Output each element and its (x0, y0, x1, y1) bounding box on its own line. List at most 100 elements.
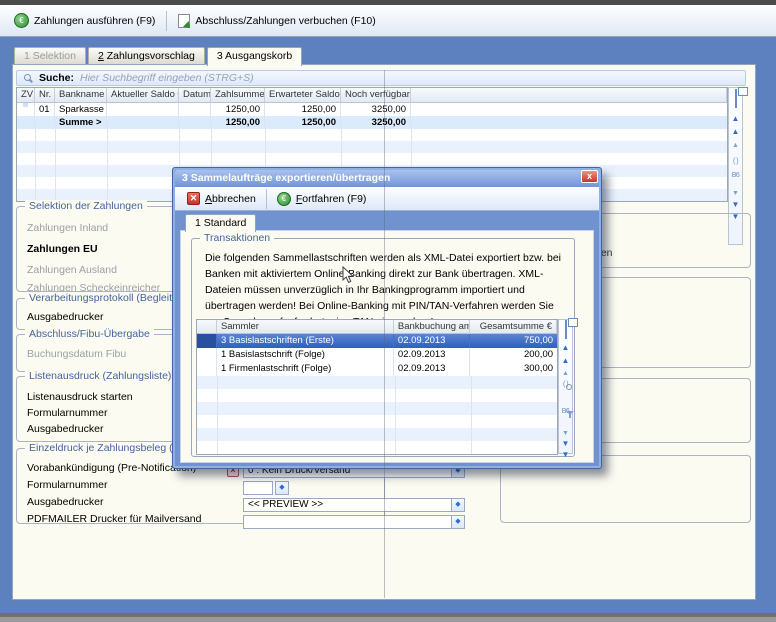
group-title: Transaktionen (200, 232, 274, 244)
row-saved-cell (17, 103, 35, 116)
column-header-zahlsumme[interactable]: Zahlsumme € (211, 88, 265, 102)
post-payments-button[interactable]: Abschluss/Zahlungen verbuchen (F10) (170, 11, 383, 31)
column-header-erwarteter-saldo[interactable]: Erwarteter Saldo € (265, 88, 341, 102)
ausgabedrucker-combobox[interactable]: << PREVIEW >> ◆ (243, 498, 465, 512)
sammler-table-empty-rows (197, 376, 557, 454)
band-icon[interactable]: B6 (729, 164, 742, 182)
gridline (107, 129, 108, 201)
app-window: € Zahlungen ausführen (F9) Abschluss/Zah… (0, 0, 776, 622)
sum-erwarteter-saldo: 1250,00 (265, 116, 341, 129)
row-marker-cell (197, 334, 217, 348)
cell-bankbuchung: 02.09.2013 (394, 334, 470, 348)
dialog-panel: Transaktionen Die folgenden Sammellastsc… (181, 231, 593, 462)
execute-payments-button[interactable]: € Zahlungen ausführen (F9) (6, 10, 163, 31)
sum-cell-aktueller-saldo (107, 116, 179, 129)
gridline (35, 129, 36, 201)
cell-bankbuchung: 02.09.2013 (394, 362, 470, 376)
screen-artifact-line (384, 70, 385, 598)
ausgabedrucker-lookup-icon[interactable]: ◆ (451, 499, 464, 511)
wizard-tabs: 1 Selektion 2 Zahlungsvorschlag 3 Ausgan… (14, 47, 302, 66)
post-payments-label: Abschluss/Zahlungen verbuchen (F10) (195, 15, 375, 27)
green-go-icon: € (277, 192, 291, 206)
close-icon[interactable]: x (581, 170, 598, 183)
cell-gesamtsumme: 300,00 (470, 362, 558, 376)
tab-ausgangskorb[interactable]: 3 Ausgangskorb (207, 47, 302, 66)
column-header-zv[interactable]: ZV (17, 88, 35, 102)
payments-run-icon: € (14, 13, 29, 28)
column-header-aktueller-saldo[interactable]: Aktueller Saldo € (107, 88, 179, 102)
cancel-button[interactable]: ✕ Abbrechen (180, 190, 263, 207)
dialog-tab-standard[interactable]: 1 Standard (185, 214, 256, 232)
pdfmailer-lookup-icon[interactable]: ◆ (451, 516, 464, 528)
dialog-toolbar: ✕ Abbrechen € Fortfahren (F9) (175, 187, 599, 211)
gridline (395, 376, 396, 454)
sammler-row-selected[interactable]: 3 Basislastschriften (Erste) 02.09.2013 … (197, 334, 557, 348)
section-title: Selektion der Zahlungen (25, 200, 147, 212)
cell-sammler: 1 Basislastschrift (Folge) (217, 348, 394, 362)
row-marker-cell (197, 348, 217, 362)
tab-zahlungsvorschlag[interactable]: 2 Zahlungsvorschlag (88, 47, 205, 64)
cell-bankname: Sparkasse (55, 103, 107, 116)
search-label: Suche: (39, 72, 74, 84)
column-header-nr[interactable]: Nr. (35, 88, 55, 102)
sammler-row[interactable]: 1 Firmenlastschrift (Folge) 02.09.2013 3… (197, 362, 557, 376)
ausgabedrucker-value: << PREVIEW >> (244, 499, 451, 511)
gridline (217, 376, 218, 454)
tab-selektion[interactable]: 1 Selektion (14, 47, 86, 64)
execute-payments-label: Zahlungen ausführen (F9) (34, 15, 155, 27)
sum-label: Summe > (55, 116, 107, 129)
sum-noch-verfuegbar: 3250,00 (341, 116, 411, 129)
bank-table-sum-row: Summe > 1250,00 1250,00 3250,00 (17, 116, 727, 129)
cell-aktueller-saldo (107, 103, 179, 116)
sammler-table: Sammler Bankbuchung am Gesamtsumme € 3 B… (196, 319, 558, 455)
cell-bankbuchung: 02.09.2013 (394, 348, 470, 362)
label-formularnummer: Formularnummer (27, 477, 384, 494)
cell-gesamtsumme: 200,00 (470, 348, 558, 362)
section-title: Abschluss/Fibu-Übergabe (25, 328, 154, 340)
column-header-bankname[interactable]: Bankname (55, 88, 107, 102)
bank-table-header: ZV Nr. Bankname Aktueller Saldo € Datum … (17, 88, 727, 103)
cell-nr: 01 (35, 103, 55, 116)
search-icon (23, 73, 33, 83)
sammler-row[interactable]: 1 Basislastschrift (Folge) 02.09.2013 20… (197, 348, 557, 362)
row-marker-cell (197, 362, 217, 376)
cell-sammler: 3 Basislastschriften (Erste) (217, 334, 394, 348)
formularnummer-value (244, 482, 272, 494)
cell-sammler: 1 Firmenlastschrift (Folge) (217, 362, 394, 376)
sum-cell-zv (17, 116, 35, 129)
cell-filler (411, 103, 727, 116)
last-row-icon[interactable]: ▼ (559, 444, 572, 462)
search-bar[interactable]: Suche: Hier Suchbegriff eingeben (STRG+S… (16, 70, 746, 86)
bank-table-row[interactable]: 01 Sparkasse 1250,00 1250,00 3250,00 (17, 103, 727, 116)
pdfmailer-value (244, 516, 451, 528)
mouse-cursor (342, 266, 354, 284)
cell-erwarteter-saldo: 1250,00 (265, 103, 341, 116)
column-header-bankbuchung[interactable]: Bankbuchung am (394, 320, 470, 334)
cell-noch-verfuegbar: 3250,00 (341, 103, 411, 116)
search-placeholder: Hier Suchbegriff eingeben (STRG+S) (80, 72, 254, 84)
copy-icon[interactable] (729, 90, 742, 108)
toolbar-separator (266, 189, 267, 209)
dialog-message: Die folgenden Sammellastschriften werden… (205, 250, 569, 330)
sum-cell-filler (411, 116, 727, 129)
gridline (55, 129, 56, 201)
column-header-sammler[interactable]: Sammler (217, 320, 394, 334)
sum-cell-nr (35, 116, 55, 129)
toolbar-separator (166, 11, 167, 31)
pdfmailer-combobox[interactable]: ◆ (243, 515, 465, 529)
column-header-marker (197, 320, 217, 334)
continue-button[interactable]: € Fortfahren (F9) (270, 190, 374, 208)
formularnummer-spinner[interactable]: ◆ (275, 481, 289, 495)
window-bottom-shadow (0, 613, 776, 617)
cell-gesamtsumme: 750,00 (470, 334, 558, 348)
column-header-gesamtsumme[interactable]: Gesamtsumme € (470, 320, 558, 334)
column-header-datum[interactable]: Datum (179, 88, 211, 102)
dialog-grid-nav-strip: ▲ ▲ ▲ ( ) B6 ▼ ▼ ▼ (558, 319, 573, 454)
dialog-titlebar[interactable]: 3 Sammelaufträge exportieren/übertragen (175, 170, 599, 187)
cell-zahlsumme: 1250,00 (211, 103, 265, 116)
formularnummer-input[interactable] (243, 481, 273, 495)
gridline (471, 376, 472, 454)
sammler-table-header: Sammler Bankbuchung am Gesamtsumme € (197, 320, 557, 334)
column-header-noch-verfuegbar[interactable]: Noch verfügbar € (341, 88, 411, 102)
formularnummer-lookup-icon[interactable]: ◆ (276, 482, 288, 494)
